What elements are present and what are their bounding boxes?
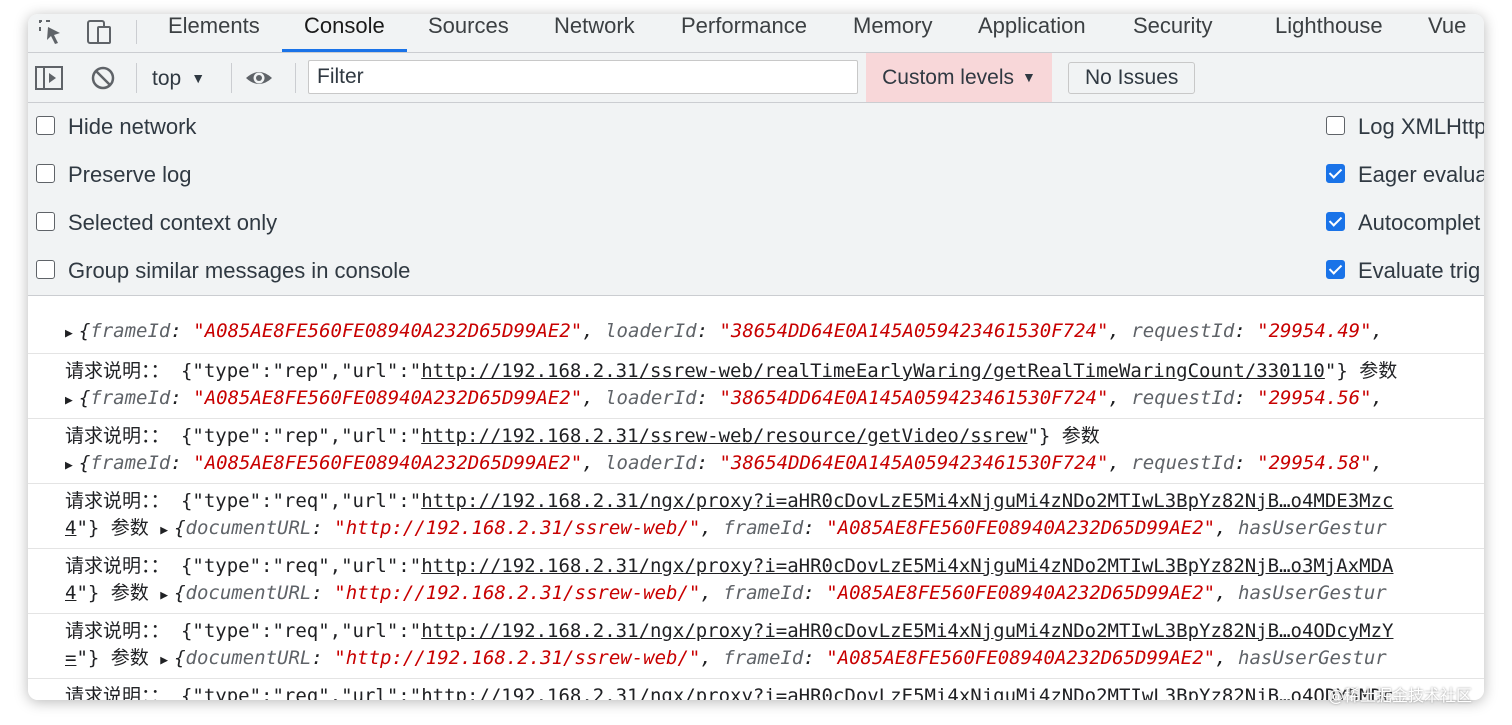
- expand-triangle-icon[interactable]: ▶: [160, 588, 168, 603]
- object-preview[interactable]: {documentURL: "http://192.168.2.31/ssrew…: [174, 517, 1387, 539]
- sidebar-toggle-icon[interactable]: [34, 63, 64, 93]
- tab-vue[interactable]: Vue: [1428, 14, 1466, 52]
- request-url-link[interactable]: http://192.168.2.31/ngx/proxy?i=aHR0cDov…: [421, 685, 1393, 700]
- request-url-link[interactable]: http://192.168.2.31/ssrew-web/resource/g…: [421, 425, 1027, 447]
- log-levels-dropdown[interactable]: Custom levels ▼: [866, 53, 1052, 102]
- option-label: Eager evalua: [1358, 162, 1484, 187]
- console-message: 请求说明：： {"type":"req","url":"http://192.1…: [28, 484, 1484, 549]
- request-url-link-continued[interactable]: =: [65, 647, 76, 669]
- expand-triangle-icon[interactable]: ▶: [65, 326, 73, 341]
- option-label: Hide network: [68, 114, 197, 139]
- site-watermark: @稀土掘金技术社区: [1328, 686, 1473, 705]
- object-preview[interactable]: {documentURL: "http://192.168.2.31/ssrew…: [174, 582, 1387, 604]
- inspect-element-icon[interactable]: [36, 17, 66, 47]
- request-url-link[interactable]: http://192.168.2.31/ssrew-web/realTimeEa…: [421, 360, 1325, 382]
- log-levels-label: Custom levels: [882, 66, 1015, 89]
- checkbox[interactable]: [36, 116, 55, 135]
- tab-security[interactable]: Security: [1133, 14, 1212, 52]
- tab-memory[interactable]: Memory: [853, 14, 932, 52]
- device-toolbar-icon[interactable]: [84, 17, 114, 47]
- devtools-tab-bar: Elements Console Sources Network Perform…: [28, 14, 1484, 53]
- expand-triangle-icon[interactable]: ▶: [160, 653, 168, 668]
- option-label: Log XMLHttp: [1358, 114, 1484, 139]
- message-object-line: ▶ {frameId: "A085AE8FE560FE08940A232D65D9…: [65, 385, 1383, 411]
- context-selector[interactable]: top ▼: [152, 63, 205, 93]
- message-text-line: 请求说明：： {"type":"rep","url":"http://192.1…: [65, 425, 1100, 447]
- console-settings-pane: Hide network Preserve log Selected conte…: [28, 103, 1484, 296]
- tab-sources[interactable]: Sources: [428, 14, 509, 52]
- message-text-line: 请求说明：： {"type":"req","url":"http://192.1…: [65, 490, 1394, 512]
- checkbox-checked[interactable]: [1326, 260, 1345, 279]
- issues-button[interactable]: No Issues: [1068, 62, 1196, 94]
- tab-console[interactable]: Console: [282, 14, 407, 52]
- console-message: 请求说明：： {"type":"req","url":"http://192.1…: [28, 614, 1484, 679]
- expand-triangle-icon[interactable]: ▶: [65, 458, 73, 473]
- tab-elements[interactable]: Elements: [168, 14, 260, 52]
- console-message: 请求说明：： {"type":"rep","url":"http://192.1…: [28, 419, 1484, 484]
- message-text-line: 请求说明：： {"type":"req","url":"http://192.1…: [65, 555, 1394, 577]
- console-message: 请求说明：： {"type":"rep","url":"http://192.1…: [28, 354, 1484, 419]
- message-text-line: 请求说明：： {"type":"req","url":"http://192.1…: [65, 683, 1394, 700]
- console-log: ▶ {frameId: "A085AE8FE560FE08940A232D65D9…: [28, 296, 1484, 700]
- live-expression-eye-icon[interactable]: [244, 63, 274, 93]
- message-object-line: ▶ {frameId: "A085AE8FE560FE08940A232D65D9…: [65, 318, 1383, 344]
- request-url-link[interactable]: http://192.168.2.31/ngx/proxy?i=aHR0cDov…: [421, 555, 1393, 577]
- message-object-line: 4"} 参数 ▶ {documentURL: "http://192.168.2.…: [65, 582, 1387, 604]
- message-text-line: 请求说明：： {"type":"rep","url":"http://192.1…: [65, 360, 1398, 382]
- object-preview[interactable]: {frameId: "A085AE8FE560FE08940A232D65D99…: [79, 320, 1383, 342]
- dropdown-arrow-icon: ▼: [1022, 69, 1036, 85]
- filter-input[interactable]: [308, 60, 858, 94]
- checkbox-checked[interactable]: [1326, 164, 1345, 183]
- option-label: Autocomplet: [1358, 210, 1481, 235]
- tab-separator: [136, 20, 137, 44]
- option-label: Preserve log: [68, 162, 192, 187]
- console-toolbar: top ▼ Custom levels ▼ No Issues: [28, 53, 1484, 103]
- checkbox[interactable]: [36, 212, 55, 231]
- message-object-line: 4"} 参数 ▶ {documentURL: "http://192.168.2.…: [65, 517, 1387, 539]
- object-preview[interactable]: {frameId: "A085AE8FE560FE08940A232D65D99…: [79, 452, 1383, 474]
- message-object-line: ▶ {frameId: "A085AE8FE560FE08940A232D65D9…: [65, 450, 1383, 476]
- request-url-link[interactable]: http://192.168.2.31/ngx/proxy?i=aHR0cDov…: [421, 490, 1393, 512]
- tab-performance[interactable]: Performance: [681, 14, 807, 52]
- devtools-window: Elements Console Sources Network Perform…: [28, 14, 1484, 700]
- tab-application[interactable]: Application: [978, 14, 1086, 52]
- request-url-link-continued[interactable]: 4: [65, 517, 76, 539]
- checkbox[interactable]: [1326, 116, 1345, 135]
- message-text-line: 请求说明：： {"type":"req","url":"http://192.1…: [65, 620, 1394, 642]
- tab-lighthouse[interactable]: Lighthouse: [1275, 14, 1383, 52]
- expand-triangle-icon[interactable]: ▶: [65, 393, 73, 408]
- object-preview[interactable]: {frameId: "A085AE8FE560FE08940A232D65D99…: [79, 387, 1383, 409]
- checkbox[interactable]: [36, 164, 55, 183]
- toolbar-separator: [231, 63, 232, 93]
- checkbox[interactable]: [36, 260, 55, 279]
- object-preview[interactable]: {documentURL: "http://192.168.2.31/ssrew…: [174, 647, 1387, 669]
- expand-triangle-icon[interactable]: ▶: [160, 523, 168, 538]
- dropdown-arrow-icon: ▼: [191, 70, 206, 86]
- request-url-link[interactable]: http://192.168.2.31/ngx/proxy?i=aHR0cDov…: [421, 620, 1393, 642]
- checkbox-checked[interactable]: [1326, 212, 1345, 231]
- clear-console-icon[interactable]: [88, 63, 118, 93]
- console-message: 请求说明：： {"type":"req","url":"http://192.1…: [28, 549, 1484, 614]
- option-label: Group similar messages in console: [68, 258, 411, 283]
- request-url-link-continued[interactable]: 4: [65, 582, 76, 604]
- toolbar-separator: [136, 63, 137, 93]
- console-message: ▶ {frameId: "A085AE8FE560FE08940A232D65D9…: [28, 296, 1484, 354]
- console-message: 请求说明：： {"type":"req","url":"http://192.1…: [28, 679, 1484, 700]
- message-object-line: ="} 参数 ▶ {documentURL: "http://192.168.2.…: [65, 647, 1387, 669]
- toolbar-separator: [295, 63, 296, 93]
- option-label: Evaluate trig: [1358, 258, 1481, 283]
- option-label: Selected context only: [68, 210, 278, 235]
- context-label: top: [152, 67, 182, 90]
- tab-network[interactable]: Network: [554, 14, 635, 52]
